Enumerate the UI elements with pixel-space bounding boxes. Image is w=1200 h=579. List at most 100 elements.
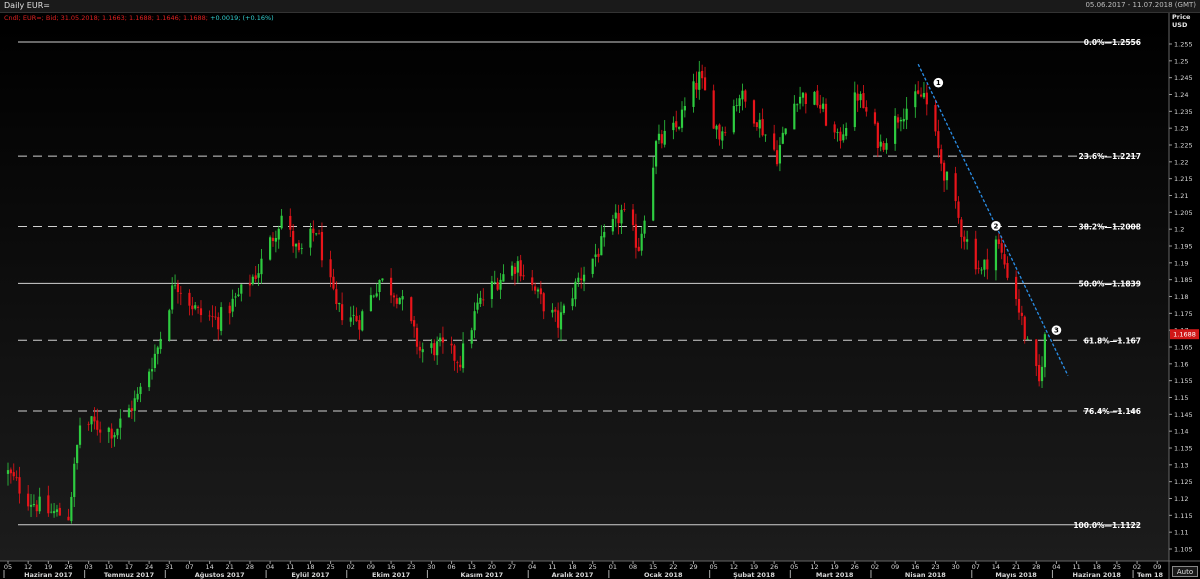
candle-body	[312, 228, 315, 234]
candle-body	[188, 292, 191, 306]
time-tick-label: 11	[1072, 563, 1080, 571]
candle-body	[819, 104, 822, 109]
price-tag-label: 1.1688	[1173, 331, 1196, 339]
candle-body	[309, 228, 312, 248]
month-label: Kasım 2017	[460, 571, 503, 579]
time-tick-label: 16	[387, 563, 395, 571]
candle-body	[67, 516, 70, 521]
candle-body	[237, 294, 240, 297]
candle-body	[438, 337, 442, 342]
candle-body	[732, 106, 735, 133]
candle-body	[902, 119, 905, 122]
candle-body	[18, 477, 21, 494]
candle-body	[430, 343, 433, 348]
candle-body	[502, 274, 505, 282]
candle-body	[260, 258, 263, 275]
candle-body	[617, 213, 620, 224]
candle-body	[974, 238, 977, 270]
candle-body	[712, 90, 715, 129]
auto-scale-button[interactable]: Auto	[1172, 566, 1198, 577]
candle-body	[208, 315, 211, 317]
candle-body	[173, 285, 177, 287]
candle-body	[194, 305, 197, 309]
price-tick-label: 1.155	[1174, 377, 1193, 385]
month-labels: Haziran 2017 Temmuz 2017 Ağustos 2017 Eylül…	[3, 570, 1164, 579]
candle-body	[289, 215, 292, 230]
candle-body	[127, 408, 131, 418]
candle-body	[38, 496, 41, 512]
candle-body	[894, 115, 897, 144]
candle-body	[76, 444, 79, 464]
candle-body	[479, 297, 482, 304]
candle-body	[482, 299, 485, 301]
price-tick-label: 1.21	[1174, 192, 1188, 200]
candle-body	[804, 93, 807, 105]
candle-body	[715, 125, 718, 130]
candle-body	[228, 305, 231, 314]
price-chart[interactable]: 0.0%—1.2556 23.6%—1.2217 38.2%—1.2008 50.0%…	[0, 0, 1200, 579]
candle-body	[536, 289, 540, 292]
candle-body	[257, 273, 260, 278]
price-tick-label: 1.22	[1174, 158, 1188, 166]
candle-body	[859, 93, 862, 101]
price-tick-label: 1.16	[1174, 360, 1188, 368]
time-tick-label: 28	[246, 563, 254, 571]
time-tick-label: 07	[972, 563, 980, 571]
candle-body	[27, 493, 30, 507]
candle-body	[793, 103, 796, 130]
candle-body	[136, 393, 139, 400]
candle-body	[718, 124, 721, 140]
candle-body	[603, 231, 606, 238]
time-tick-label: 11	[286, 563, 294, 571]
candle-body	[775, 150, 779, 165]
candle-body	[678, 127, 681, 129]
candle-body	[986, 259, 989, 270]
candle-body	[594, 254, 597, 257]
time-tick-label: 05	[710, 563, 718, 571]
time-tick-label: 14	[205, 563, 213, 571]
time-tick-label: 01	[609, 563, 617, 571]
candle-body	[721, 131, 724, 141]
candle-body	[274, 238, 277, 242]
candle-body	[853, 92, 856, 128]
candle-body	[856, 93, 859, 101]
candle-body	[12, 472, 15, 477]
wave-marker-label: 3	[1054, 327, 1059, 335]
time-tick-label: 19	[831, 563, 839, 571]
candle-body	[70, 496, 73, 522]
candle-body	[574, 281, 577, 300]
candle-body	[476, 302, 479, 310]
time-tick-label: 25	[589, 563, 597, 571]
candle-body	[513, 266, 517, 274]
price-axis-ticks: 1.2551.251.2451.241.2351.231.2251.221.21…	[1169, 41, 1193, 554]
candle-body	[824, 103, 828, 126]
candle-body	[153, 353, 156, 369]
time-tick-label: 12	[24, 563, 32, 571]
candle-body	[703, 77, 707, 91]
price-tick-label: 1.165	[1174, 344, 1193, 352]
candle-body	[254, 275, 257, 279]
candle-body	[663, 130, 666, 145]
candle-body	[1003, 254, 1006, 265]
candle-body	[937, 131, 940, 149]
candle-body	[801, 92, 805, 98]
candle-body	[415, 327, 419, 347]
candle-body	[73, 463, 76, 497]
candle-body	[168, 310, 171, 341]
candle-body	[214, 316, 217, 318]
candle-body	[381, 278, 384, 281]
candle-body	[798, 96, 802, 104]
time-tick-label: 28	[1032, 563, 1040, 571]
candle-body	[231, 298, 234, 312]
candle-body	[876, 122, 879, 149]
candle-body	[329, 259, 332, 278]
candle-body	[240, 284, 243, 294]
candle-body	[395, 298, 398, 304]
candle-body	[643, 220, 646, 234]
time-tick-label: 30	[951, 563, 959, 571]
month-label: Ağustos 2017	[195, 571, 245, 579]
time-tick-label: 02	[1133, 563, 1141, 571]
candle-body	[692, 81, 695, 107]
candle-body	[833, 124, 836, 133]
time-tick-label: 09	[891, 563, 899, 571]
